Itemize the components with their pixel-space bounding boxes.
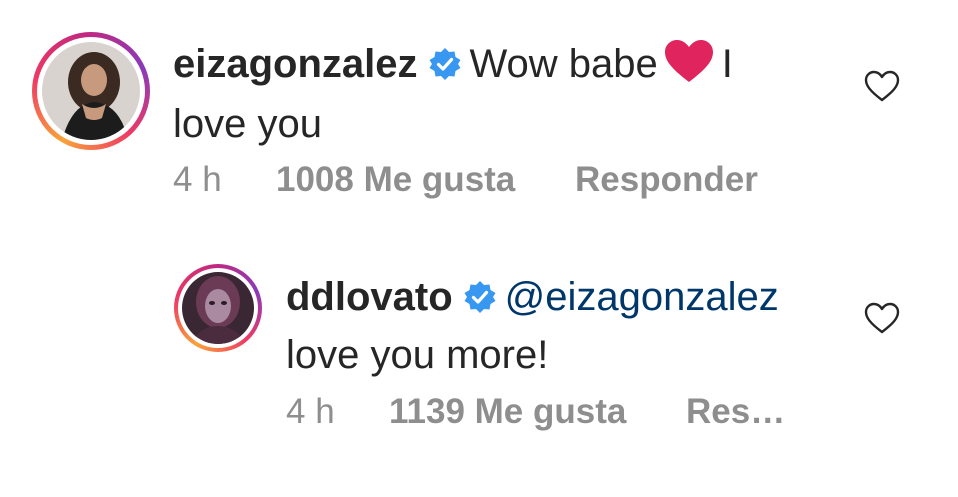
comment-text-line2: love you more!: [286, 333, 549, 377]
reply-body: ddlovato @eizagonzalez love you more!: [286, 270, 846, 382]
heart-outline-icon[interactable]: [864, 302, 900, 334]
comment-ddlovato: ddlovato @eizagonzalez love you more! 4 h…: [0, 0, 958, 470]
timestamp: 4 h: [286, 392, 335, 431]
avatar-ddlovato[interactable]: [174, 264, 262, 352]
mention-link[interactable]: @eizagonzalez: [505, 275, 779, 319]
verified-badge-icon: [463, 274, 497, 328]
comments-thread: eizagonzalez Wow babe I love you 4 h 1008 …: [0, 0, 958, 497]
reply-button[interactable]: Res…: [686, 392, 785, 432]
username[interactable]: ddlovato: [286, 275, 453, 319]
likes-count[interactable]: 1139 Me gusta: [389, 392, 626, 432]
